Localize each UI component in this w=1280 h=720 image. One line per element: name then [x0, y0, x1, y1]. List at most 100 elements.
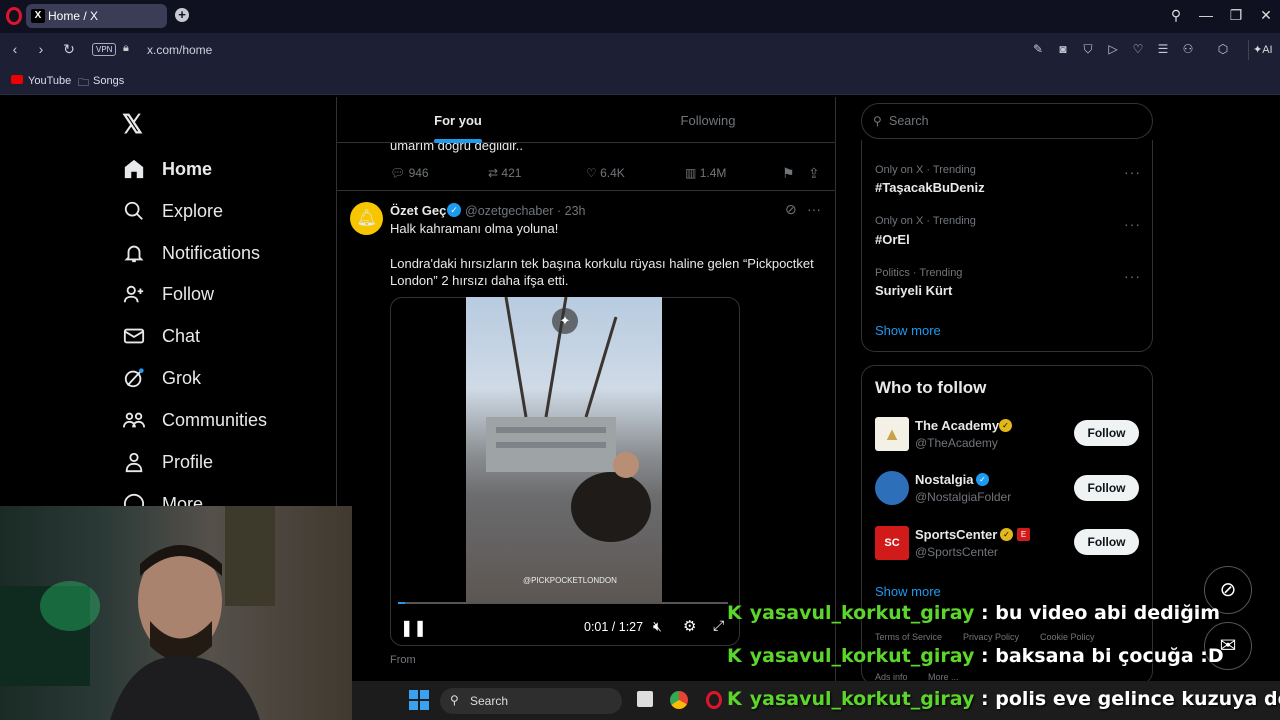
opera-logo-icon[interactable]: [6, 7, 22, 25]
account-handle[interactable]: @NostalgiaFolder: [915, 490, 1011, 504]
ai-button[interactable]: ✦AI: [1248, 40, 1278, 60]
shield-icon[interactable]: ⛉: [1081, 42, 1095, 57]
back-icon[interactable]: ‹: [7, 41, 23, 57]
active-tab-indicator: [434, 139, 482, 143]
nav-notifications[interactable]: Notifications: [122, 236, 260, 270]
chrome-icon[interactable]: [670, 691, 688, 709]
footer-terms[interactable]: Terms of Service: [875, 632, 942, 642]
browser-tab[interactable]: X Home / X: [26, 4, 167, 28]
nav-label: Communities: [162, 409, 268, 430]
play-icon[interactable]: ▷: [1106, 42, 1120, 56]
mail-icon: [122, 324, 146, 348]
edit-icon[interactable]: ✎: [1031, 42, 1045, 56]
windows-start-icon[interactable]: [409, 690, 429, 710]
footer-privacy[interactable]: Privacy Policy: [963, 632, 1019, 642]
avatar[interactable]: [875, 471, 909, 505]
nav-follow[interactable]: Follow: [122, 277, 214, 311]
nav-grok[interactable]: Grok: [122, 361, 201, 395]
tab-following[interactable]: Following: [648, 113, 768, 128]
tweet-handle[interactable]: @ozetgechaber: [465, 204, 553, 218]
minimize-icon[interactable]: —: [1196, 7, 1216, 23]
nav-communities[interactable]: Communities: [122, 403, 267, 437]
nav-profile[interactable]: Profile: [122, 445, 213, 479]
lock-icon[interactable]: 🔒︎: [123, 42, 129, 55]
nav-home[interactable]: Home: [122, 152, 212, 186]
nav-chat[interactable]: Chat: [122, 319, 200, 353]
account-handle[interactable]: @TheAcademy: [915, 436, 998, 450]
x-favicon-icon: X: [31, 9, 45, 23]
wtf-show-more[interactable]: Show more: [875, 584, 941, 599]
share-icon[interactable]: ⇪: [808, 165, 820, 182]
tweet-time[interactable]: · 23h: [557, 204, 586, 218]
youtube-icon: [11, 73, 23, 85]
account-handle[interactable]: @SportsCenter: [915, 545, 998, 559]
follow-button[interactable]: Follow: [1074, 475, 1139, 501]
video-watermark: @PICKPOCKETLONDON: [523, 576, 617, 585]
account-icon[interactable]: ⚇: [1181, 42, 1195, 56]
fullscreen-icon[interactable]: ⤢: [713, 617, 724, 634]
search-input[interactable]: Search: [889, 114, 929, 128]
views-icon: ▥: [685, 166, 697, 180]
bookmark-songs[interactable]: Songs: [93, 75, 124, 87]
grok-sparkle-icon[interactable]: ✦: [552, 308, 578, 334]
grok-explain-icon[interactable]: ⊘: [785, 201, 797, 218]
tweet-author[interactable]: Özet Geç: [390, 203, 446, 218]
views-button[interactable]: ▥ 1.4M: [685, 166, 726, 180]
follow-button[interactable]: Follow: [1074, 529, 1139, 555]
opera-taskbar-icon[interactable]: [706, 691, 722, 709]
restore-icon[interactable]: ❐: [1226, 7, 1246, 24]
trend-more-icon[interactable]: ···: [1124, 164, 1141, 180]
tab-for-you[interactable]: For you: [398, 113, 518, 128]
footer-cookie[interactable]: Cookie Policy: [1040, 632, 1095, 642]
reply-icon: 💬︎: [390, 166, 406, 180]
trends-show-more[interactable]: Show more: [875, 323, 941, 338]
bookmark-youtube[interactable]: YouTube: [28, 75, 71, 87]
mute-icon[interactable]: 🔇︎: [653, 618, 662, 635]
avatar[interactable]: SC: [875, 526, 909, 560]
trend-more-icon[interactable]: ···: [1124, 268, 1141, 284]
trend-name[interactable]: Suriyeli Kürt: [875, 283, 952, 298]
more-options-icon[interactable]: ···: [807, 201, 821, 217]
x-logo-icon[interactable]: 𝕏: [122, 109, 143, 140]
repost-count: 421: [501, 166, 522, 180]
bookmark-icon[interactable]: ⚑: [782, 165, 795, 182]
kick-icon: K: [727, 645, 742, 667]
tweet-separator: [337, 190, 835, 191]
trend-more-icon[interactable]: ···: [1124, 216, 1141, 232]
search-tabs-icon[interactable]: ⚲: [1166, 7, 1186, 24]
extensions-icon[interactable]: ⬡: [1216, 42, 1230, 56]
author-avatar[interactable]: 🔔︎: [350, 202, 383, 235]
settings-icon[interactable]: ⚙: [683, 617, 696, 635]
task-view-icon[interactable]: [637, 691, 653, 707]
account-name[interactable]: SportsCenter: [915, 527, 997, 542]
reply-button[interactable]: 💬︎ 946: [390, 166, 429, 180]
url-field[interactable]: x.com/home: [147, 43, 212, 57]
trend-name[interactable]: #TaşacakBuDeniz: [875, 180, 985, 195]
vpn-badge[interactable]: VPN: [92, 43, 117, 56]
avatar[interactable]: ▲: [875, 417, 909, 451]
close-window-icon[interactable]: ✕: [1256, 7, 1276, 24]
account-name[interactable]: The Academy: [915, 418, 999, 433]
account-name[interactable]: Nostalgia: [915, 472, 974, 487]
new-tab-button[interactable]: +: [175, 8, 189, 22]
video-frame[interactable]: [466, 297, 662, 603]
pause-icon[interactable]: ❚❚: [400, 618, 427, 638]
taskbar-search[interactable]: [440, 688, 622, 714]
video-progress-track[interactable]: [398, 602, 728, 604]
trend-name[interactable]: #OrEl: [875, 232, 910, 247]
camera-icon[interactable]: ◙: [1056, 42, 1070, 56]
heart-icon[interactable]: ♡: [1131, 42, 1145, 56]
follow-button[interactable]: Follow: [1074, 420, 1139, 446]
nav-explore[interactable]: Explore: [122, 194, 223, 228]
like-button[interactable]: ♡ 6.4K: [586, 166, 625, 180]
forward-icon[interactable]: ›: [33, 41, 49, 57]
repost-button[interactable]: ⇄ 421: [488, 166, 521, 180]
search-icon: ⚲: [450, 693, 459, 707]
verified-icon: ✓: [447, 203, 461, 217]
menu-icon[interactable]: ☰: [1156, 42, 1170, 56]
reload-icon[interactable]: ↻: [61, 41, 77, 58]
nav-label: Home: [162, 158, 213, 179]
home-icon: [122, 157, 146, 181]
chat-message: Kyasavul_korkut_giray : polis eve gelinc…: [727, 688, 1280, 710]
tweet-line1: Halk kahramanı olma yoluna!: [390, 221, 559, 236]
